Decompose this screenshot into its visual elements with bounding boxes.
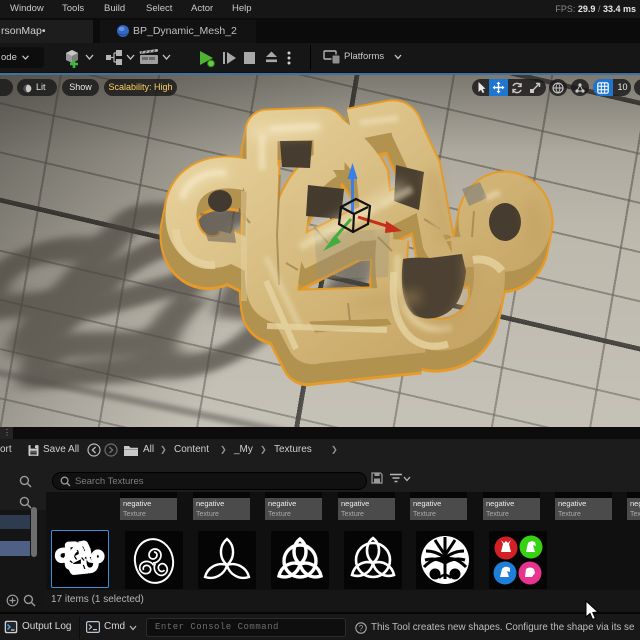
svg-text:?: ? (359, 624, 364, 633)
